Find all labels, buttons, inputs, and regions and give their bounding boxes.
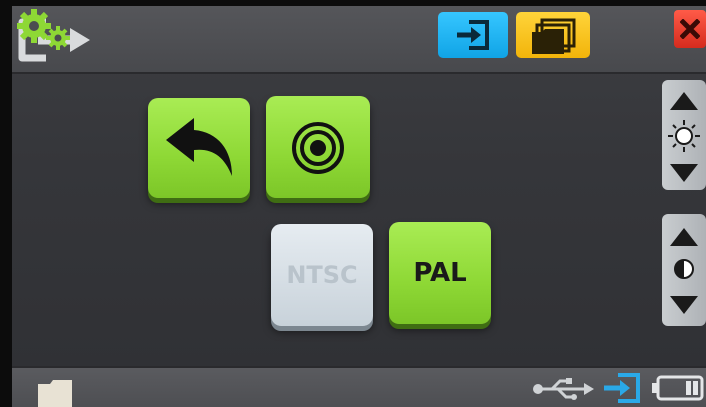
contrast-down-icon[interactable] xyxy=(662,292,706,318)
tab-files[interactable] xyxy=(516,12,590,58)
usb-icon xyxy=(533,378,594,400)
gears-icon xyxy=(17,9,70,50)
status-bar xyxy=(12,366,706,407)
back-arrow-icon xyxy=(166,118,232,176)
brightness-down-icon[interactable] xyxy=(662,160,706,186)
input-source-icon xyxy=(604,373,640,403)
brightness-control[interactable] xyxy=(662,80,706,190)
record-button[interactable] xyxy=(266,96,370,198)
close-icon xyxy=(680,19,700,39)
battery-icon xyxy=(652,375,704,401)
contrast-control[interactable] xyxy=(662,214,706,326)
target-icon xyxy=(292,122,344,174)
close-button[interactable] xyxy=(674,10,706,48)
top-bar xyxy=(12,6,706,74)
tab-settings[interactable] xyxy=(12,6,78,52)
contrast-icon xyxy=(674,259,694,279)
folder-icon xyxy=(532,18,576,54)
folder-icon xyxy=(38,380,72,407)
input-source-icon xyxy=(457,20,489,50)
pal-button[interactable]: PAL xyxy=(389,222,491,324)
brightness-up-icon[interactable] xyxy=(662,88,706,114)
tab-input-source[interactable] xyxy=(438,12,508,58)
back-button[interactable] xyxy=(148,98,250,198)
device-screen: NTSC PAL xyxy=(12,6,706,407)
contrast-up-icon[interactable] xyxy=(662,224,706,250)
brightness-icon xyxy=(668,120,700,152)
ntsc-button[interactable]: NTSC xyxy=(271,224,373,326)
